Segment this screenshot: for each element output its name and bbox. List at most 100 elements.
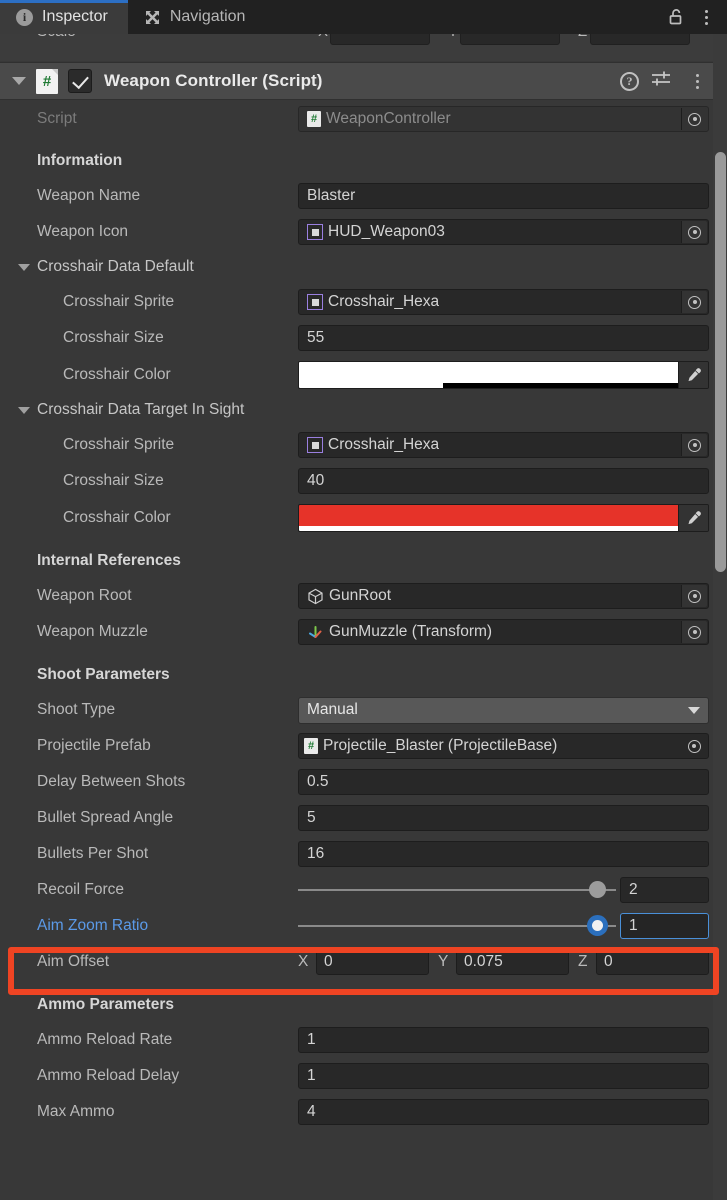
kebab-menu-icon[interactable]: [693, 2, 719, 32]
component-header-weapon-controller[interactable]: # Weapon Controller (Script) ?: [0, 62, 720, 100]
slider-handle[interactable]: [588, 881, 606, 898]
weapon-muzzle-label: Weapon Muzzle: [37, 623, 148, 640]
object-picker-icon[interactable]: [681, 434, 707, 456]
row-crosshair-target-color: Crosshair Color: [0, 499, 720, 536]
crosshair-default-sprite-value: Crosshair_Hexa: [328, 293, 440, 310]
component-body: Script # WeaponController Information We…: [0, 100, 720, 1130]
recoil-force-input[interactable]: 2: [620, 877, 709, 903]
csharp-script-icon: #: [307, 111, 321, 127]
internal-references-header-label: Internal References: [37, 552, 181, 569]
crosshair-default-sprite-object-field[interactable]: Crosshair_Hexa: [298, 289, 709, 315]
foldout-crosshair-data-target-in-sight[interactable]: Crosshair Data Target In Sight: [0, 393, 720, 427]
recoil-force-slider[interactable]: [298, 877, 616, 903]
scale-x-field[interactable]: [330, 34, 430, 45]
aim-offset-x-input[interactable]: 0: [316, 949, 429, 975]
preset-sliders-icon[interactable]: [651, 70, 672, 93]
component-kebab-menu-icon[interactable]: [684, 66, 710, 96]
bullet-spread-angle-input[interactable]: 5: [298, 805, 709, 831]
csharp-script-icon: #: [304, 738, 318, 754]
sprite-icon: [307, 224, 323, 240]
crosshair-target-size-input[interactable]: 40: [298, 468, 709, 494]
script-label: Script: [37, 110, 77, 127]
crosshair-default-header-label: Crosshair Data Default: [37, 258, 194, 275]
crosshair-target-size-label: Crosshair Size: [63, 472, 164, 489]
crosshair-default-size-input[interactable]: 55: [298, 325, 709, 351]
object-picker-icon[interactable]: [681, 221, 707, 243]
foldout-arrow-icon[interactable]: [12, 77, 26, 85]
ammo-parameters-header-label: Ammo Parameters: [37, 996, 174, 1013]
row-delay-between-shots: Delay Between Shots 0.5: [0, 764, 720, 800]
script-value: WeaponController: [326, 110, 451, 127]
vertical-scrollbar[interactable]: [713, 34, 727, 1200]
weapon-root-value: GunRoot: [329, 587, 392, 604]
foldout-crosshair-default-toggle[interactable]: Crosshair Data Default: [18, 258, 194, 276]
crosshair-target-color-field[interactable]: [298, 503, 709, 532]
information-header-label: Information: [37, 152, 123, 169]
ammo-reload-delay-input[interactable]: 1: [298, 1063, 709, 1089]
projectile-prefab-label: Projectile Prefab: [37, 737, 151, 754]
aim-offset-y-input[interactable]: 0.075: [456, 949, 569, 975]
max-ammo-input[interactable]: 4: [298, 1099, 709, 1125]
scale-z-field[interactable]: [590, 34, 690, 45]
weapon-name-input[interactable]: Blaster: [298, 183, 709, 209]
tab-bar: i Inspector Navigation: [0, 0, 727, 34]
sprite-icon: [307, 294, 323, 310]
crosshair-target-color-label: Crosshair Color: [63, 508, 171, 526]
gameobject-cube-icon: [307, 588, 324, 605]
component-enabled-checkbox[interactable]: [68, 69, 92, 93]
help-icon[interactable]: ?: [620, 71, 639, 91]
object-picker-icon[interactable]: [681, 291, 707, 313]
tab-inspector[interactable]: i Inspector: [0, 0, 128, 34]
eyedropper-icon[interactable]: [678, 504, 708, 531]
ammo-reload-rate-input[interactable]: 1: [298, 1027, 709, 1053]
tab-navigation[interactable]: Navigation: [128, 0, 266, 34]
crosshair-default-color-field[interactable]: [298, 360, 709, 389]
aim-offset-z-input[interactable]: 0: [596, 949, 709, 975]
row-aim-zoom-ratio: Aim Zoom Ratio 1: [0, 908, 720, 944]
aim-offset-label: Aim Offset: [37, 953, 110, 970]
object-picker-icon[interactable]: [681, 108, 707, 130]
unlocked-padlock-icon[interactable]: [663, 2, 689, 32]
ammo-reload-rate-label: Ammo Reload Rate: [37, 1031, 173, 1048]
color-swatch-rgb: [299, 361, 678, 383]
row-crosshair-default-size: Crosshair Size 55: [0, 320, 720, 356]
unity-inspector-window: i Inspector Navigation Scale: [0, 0, 727, 1200]
aim-offset-y-axis-label: Y: [438, 953, 449, 970]
bullets-per-shot-input[interactable]: 16: [298, 841, 709, 867]
aim-offset-vector3: X 0 Y 0.075 Z 0: [298, 949, 709, 975]
scale-z-axis: Z: [578, 34, 587, 40]
weapon-root-object-field[interactable]: GunRoot: [298, 583, 709, 609]
slider-handle[interactable]: [586, 915, 608, 936]
aim-zoom-ratio-input[interactable]: 1: [620, 913, 709, 939]
shoot-type-dropdown[interactable]: Manual: [298, 696, 709, 724]
foldout-crosshair-data-default[interactable]: Crosshair Data Default: [0, 250, 720, 284]
row-bullets-per-shot: Bullets Per Shot 16: [0, 836, 720, 872]
delay-between-shots-input[interactable]: 0.5: [298, 769, 709, 795]
aim-offset-z-axis-label: Z: [578, 953, 588, 970]
object-picker-icon[interactable]: [681, 621, 707, 643]
row-weapon-icon: Weapon Icon HUD_Weapon03: [0, 214, 720, 250]
shoot-type-label: Shoot Type: [37, 701, 116, 718]
info-icon: i: [16, 8, 33, 26]
crosshair-target-sprite-object-field[interactable]: Crosshair_Hexa: [298, 432, 709, 458]
color-swatch[interactable]: [299, 504, 678, 531]
projectile-prefab-object-field[interactable]: # Projectile_Blaster (ProjectileBase): [298, 733, 709, 759]
script-object-field[interactable]: # WeaponController: [298, 106, 709, 132]
weapon-muzzle-object-field[interactable]: GunMuzzle (Transform): [298, 619, 709, 645]
row-weapon-name: Weapon Name Blaster: [0, 178, 720, 214]
weapon-icon-object-field[interactable]: HUD_Weapon03: [298, 219, 709, 245]
row-projectile-prefab: Projectile Prefab # Projectile_Blaster (…: [0, 728, 720, 764]
color-swatch[interactable]: [299, 361, 678, 388]
scrollbar-thumb[interactable]: [715, 152, 726, 572]
object-picker-icon[interactable]: [681, 735, 707, 757]
chevron-down-icon: [688, 706, 700, 714]
eyedropper-icon[interactable]: [678, 361, 708, 388]
foldout-crosshair-target-toggle[interactable]: Crosshair Data Target In Sight: [18, 401, 244, 419]
tab-bar-actions: [663, 0, 727, 34]
scale-y-field[interactable]: [460, 34, 560, 45]
aim-zoom-ratio-slider[interactable]: [298, 913, 616, 939]
slider-track: [298, 889, 616, 891]
row-shoot-type: Shoot Type Manual: [0, 692, 720, 728]
weapon-name-label: Weapon Name: [37, 187, 141, 204]
object-picker-icon[interactable]: [681, 585, 707, 607]
